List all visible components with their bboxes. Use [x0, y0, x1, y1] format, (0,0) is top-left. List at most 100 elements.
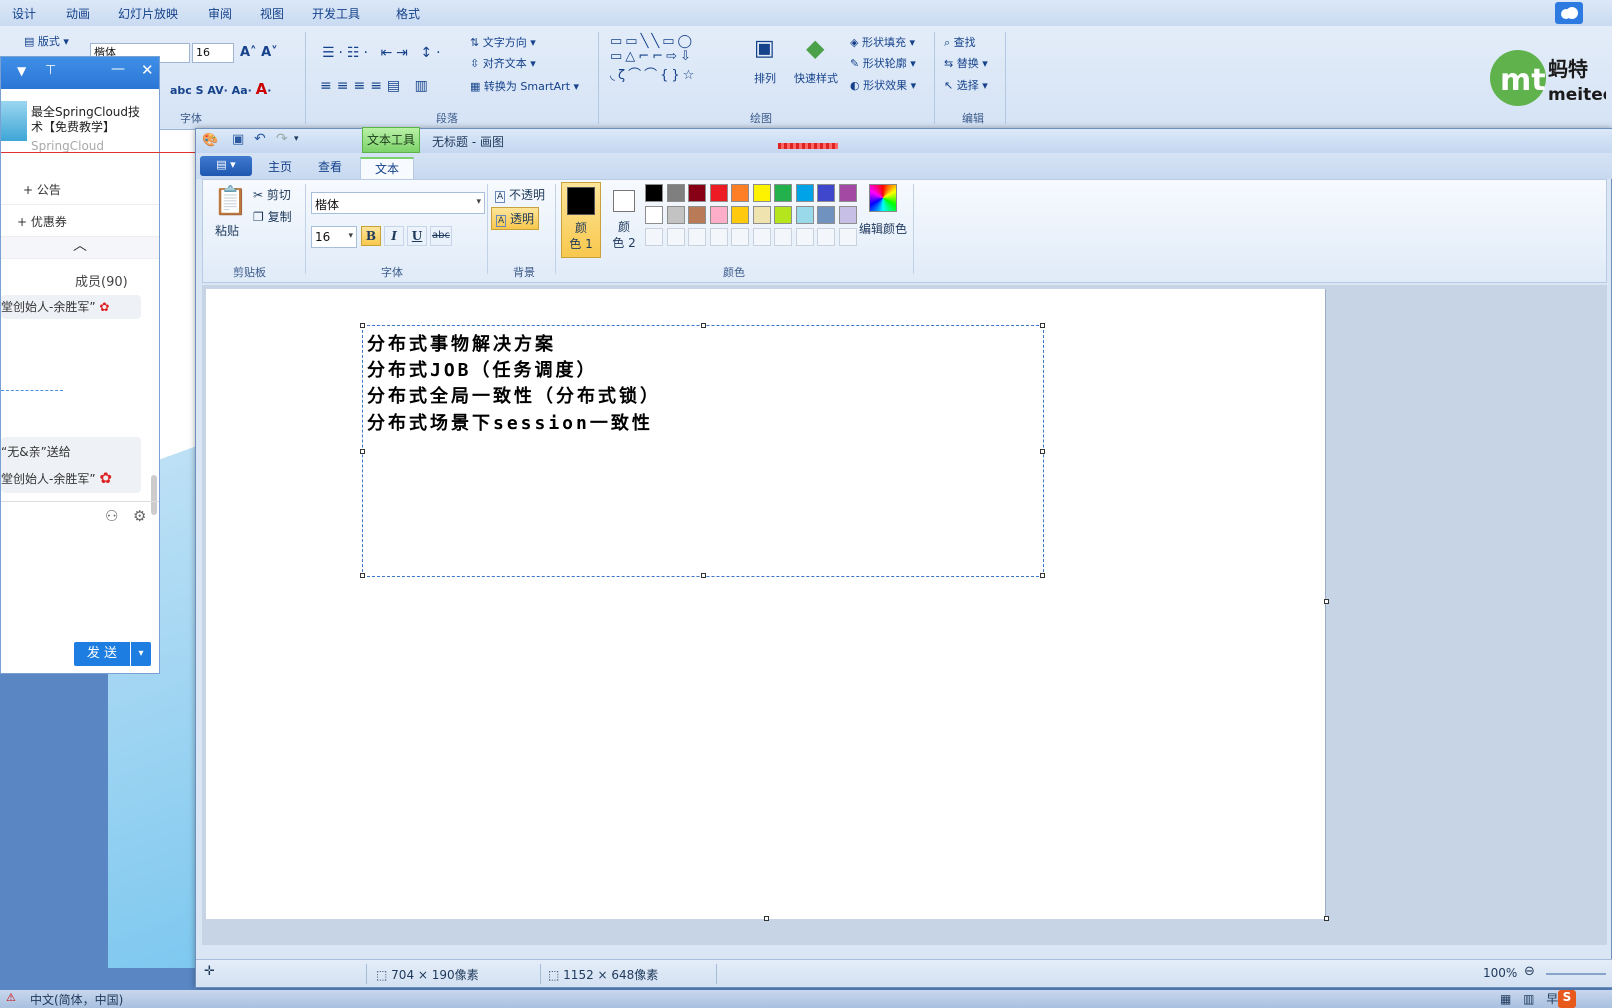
- palette-color-swatch[interactable]: [731, 184, 749, 202]
- ppt-tab-developer[interactable]: 开发工具: [312, 5, 360, 22]
- find-button[interactable]: ⌕ 查找: [944, 34, 976, 50]
- ppt-tab-design[interactable]: 设计: [12, 5, 36, 22]
- shapes-gallery[interactable]: ▭▭╲╲▭◯ ▭△⌐⌐⇨⇩ ◟ζ⌒⌒{}☆: [610, 34, 697, 83]
- redo-icon[interactable]: ↷: [276, 131, 288, 147]
- custom-color-slot[interactable]: [731, 228, 749, 246]
- palette-color-swatch[interactable]: [688, 206, 706, 224]
- shape-effects-button[interactable]: ◐ 形状效果 ▾: [850, 77, 916, 93]
- bold-button[interactable]: B: [361, 226, 381, 246]
- custom-color-slot[interactable]: [666, 228, 685, 246]
- edit-colors-button[interactable]: 编辑颜色: [859, 220, 907, 237]
- ppt-font-size[interactable]: 16: [192, 43, 234, 63]
- minimize-icon[interactable]: —: [111, 61, 125, 77]
- ppt-tab-review[interactable]: 审阅: [208, 5, 232, 22]
- ppt-font-format-icons[interactable]: abc S AV· Aa· A·: [170, 80, 271, 98]
- custom-color-slot[interactable]: [774, 228, 792, 246]
- palette-color-swatch[interactable]: [774, 184, 792, 202]
- canvas-resize-handle[interactable]: [1324, 916, 1329, 921]
- paint-app-icon[interactable]: 🎨: [202, 133, 218, 148]
- gear-icon[interactable]: ⚙: [133, 507, 146, 525]
- palette-color-swatch[interactable]: [838, 184, 857, 202]
- list-icons[interactable]: ☰·☷· ⇤⇥ ↕·: [322, 45, 445, 61]
- shape-fill-button[interactable]: ◈ 形状填充 ▾: [850, 34, 915, 50]
- zoom-out-icon[interactable]: ⊖: [1524, 964, 1535, 979]
- ppt-tab-format[interactable]: 格式: [396, 5, 420, 22]
- strikethrough-button[interactable]: abc: [430, 226, 452, 246]
- palette-color-swatch[interactable]: [666, 206, 685, 224]
- replace-button[interactable]: ⇆ 替换 ▾: [944, 55, 988, 71]
- chat-scrollbar[interactable]: [151, 475, 157, 515]
- view-mode-icons[interactable]: ▦ ▥ 早: [1500, 990, 1562, 1007]
- dropdown-icon[interactable]: ▼: [17, 64, 26, 78]
- custom-color-slot[interactable]: [817, 228, 835, 246]
- undo-icon[interactable]: ↶: [254, 131, 266, 147]
- palette-color-swatch[interactable]: [817, 206, 835, 224]
- resize-handle[interactable]: [1040, 323, 1045, 328]
- palette-color-swatch[interactable]: [795, 206, 814, 224]
- palette-color-swatch[interactable]: [752, 184, 771, 202]
- send-options-button[interactable]: ▾: [131, 642, 151, 666]
- paste-icon[interactable]: 📋: [213, 184, 248, 217]
- save-icon[interactable]: ▣: [232, 132, 244, 147]
- align-text-button[interactable]: ⇳ 对齐文本 ▾: [470, 55, 536, 71]
- send-button[interactable]: 发 送: [74, 642, 130, 666]
- paste-button[interactable]: 粘贴: [215, 222, 239, 239]
- resize-handle[interactable]: [1040, 573, 1045, 578]
- palette-color-swatch[interactable]: [838, 206, 857, 224]
- color2-button[interactable]: 颜 色 2: [605, 182, 645, 258]
- grow-font-icon[interactable]: A˄ A˅: [240, 45, 278, 60]
- tab-text[interactable]: 文本: [360, 157, 415, 179]
- transparent-button[interactable]: A 透明: [491, 207, 540, 230]
- canvas-resize-handle[interactable]: [764, 916, 769, 921]
- person-icon[interactable]: ⚇: [105, 507, 118, 525]
- tab-home[interactable]: 主页: [254, 157, 306, 179]
- text-box[interactable]: 分布式事物解决方案 分布式JOB（任务调度） 分布式全局一致性（分布式锁） 分布…: [360, 323, 1045, 578]
- resize-handle[interactable]: [360, 573, 365, 578]
- palette-color-swatch[interactable]: [666, 184, 685, 202]
- paint-menu-button[interactable]: ▤ ▾: [200, 156, 252, 176]
- palette-color-swatch[interactable]: [709, 206, 728, 224]
- custom-color-slot[interactable]: [838, 228, 857, 246]
- collapse-icon[interactable]: ︿: [1, 237, 159, 259]
- group-avatar[interactable]: [1, 101, 27, 141]
- message-input[interactable]: [1, 531, 159, 631]
- warning-icon[interactable]: ⚠: [6, 991, 16, 1004]
- pin-icon[interactable]: ⊤: [45, 63, 56, 78]
- ppt-tab-view[interactable]: 视图: [260, 5, 284, 22]
- resize-handle[interactable]: [360, 323, 365, 328]
- smartart-button[interactable]: ▦ 转换为 SmartArt ▾: [470, 78, 579, 94]
- canvas-resize-handle[interactable]: [1324, 599, 1329, 604]
- cut-button[interactable]: ✂ 剪切: [253, 186, 291, 203]
- custom-color-slot[interactable]: [752, 228, 771, 246]
- custom-color-slot[interactable]: [795, 228, 814, 246]
- resize-handle[interactable]: [360, 449, 365, 454]
- cloud-icon[interactable]: [1555, 2, 1583, 24]
- custom-color-slot[interactable]: [688, 228, 706, 246]
- arrange-icon[interactable]: ▣: [754, 36, 775, 61]
- palette-color-swatch[interactable]: [645, 184, 663, 202]
- palette-color-swatch[interactable]: [709, 184, 728, 202]
- select-button[interactable]: ↖ 选择 ▾: [944, 77, 988, 93]
- close-icon[interactable]: ✕: [141, 61, 154, 79]
- align-icons[interactable]: ≡≡≡≡▤ ▥: [320, 78, 433, 94]
- input-method-indicator[interactable]: 中文(简体，中国): [30, 991, 123, 1008]
- text-direction-button[interactable]: ⇅ 文字方向 ▾: [470, 34, 536, 50]
- resize-handle[interactable]: [1040, 449, 1045, 454]
- announcement-row[interactable]: + 公告: [1, 173, 159, 205]
- opaque-button[interactable]: A 不透明: [495, 186, 545, 203]
- quick-access-dropdown-icon[interactable]: ▾: [294, 134, 299, 144]
- layout-button[interactable]: ▤ 版式 ▾: [24, 33, 69, 49]
- palette-color-swatch[interactable]: [752, 206, 771, 224]
- font-name-select[interactable]: 楷体 ▾: [311, 192, 485, 214]
- ppt-tab-slideshow[interactable]: 幻灯片放映: [118, 5, 178, 22]
- color1-button[interactable]: 颜 色 1: [561, 182, 601, 258]
- palette-color-swatch[interactable]: [774, 206, 792, 224]
- tab-view[interactable]: 查看: [304, 157, 356, 179]
- rainbow-icon[interactable]: [869, 184, 897, 212]
- custom-color-slot[interactable]: [709, 228, 728, 246]
- quick-styles-button[interactable]: 快速样式: [794, 70, 838, 86]
- underline-button[interactable]: U: [407, 226, 427, 246]
- arrange-button[interactable]: 排列: [754, 70, 776, 86]
- resize-handle[interactable]: [701, 573, 706, 578]
- font-size-select[interactable]: 16 ▾: [311, 226, 357, 248]
